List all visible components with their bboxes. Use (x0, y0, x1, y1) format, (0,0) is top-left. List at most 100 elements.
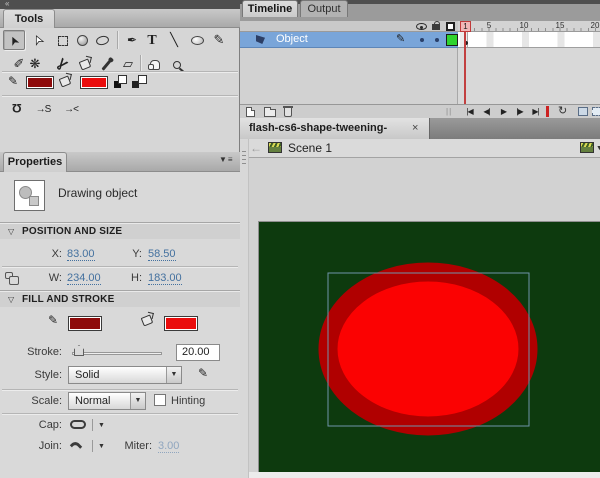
stroke-color-swatch[interactable] (68, 316, 102, 331)
selection-tool[interactable]: ➤ (3, 30, 25, 50)
delete-layer-button[interactable] (284, 107, 292, 117)
3d-rotation-tool[interactable] (71, 30, 93, 50)
fill-color-swatch[interactable] (164, 316, 198, 331)
free-transform-icon (58, 36, 68, 46)
panel-splitter-handle[interactable]: || (446, 107, 452, 116)
cap-label: Cap: (10, 419, 62, 431)
join-style-icon[interactable] (70, 440, 83, 453)
swap-colors-icon[interactable] (132, 75, 147, 88)
frame-ruler[interactable]: 5 10 15 20 (458, 21, 600, 32)
tab-timeline[interactable]: Timeline (242, 0, 298, 17)
new-layer-button[interactable] (246, 107, 255, 117)
timeline-layers-empty-area[interactable] (240, 48, 458, 104)
document-tabstrip: flash-cs6-shape-tweening-intro.fla* × (240, 118, 600, 139)
thumbnail-square (29, 196, 39, 206)
step-forward-button[interactable]: |▶ (512, 105, 527, 118)
style-dropdown[interactable]: Solid ▼ (68, 366, 182, 384)
chevron-down-icon[interactable]: ▼ (166, 367, 181, 383)
stroke-slider-track[interactable] (72, 352, 162, 355)
stage-bottom-margin (249, 472, 600, 478)
go-to-first-frame-button[interactable]: |◀ (462, 105, 477, 118)
straighten-option[interactable]: →< (60, 98, 82, 118)
loop-playback-icon[interactable]: ↻ (558, 105, 567, 118)
playhead[interactable]: 1 (460, 21, 471, 32)
go-to-last-frame-button[interactable]: ▶| (528, 105, 543, 118)
stroke-color-swatch[interactable] (26, 76, 54, 89)
hinting-checkbox[interactable] (154, 394, 166, 406)
chevron-down-icon[interactable]: ▼ (130, 393, 145, 409)
document-tab[interactable]: flash-cs6-shape-tweening-intro.fla* × (240, 118, 430, 139)
outline-layers-icon[interactable] (446, 22, 455, 31)
timeline-frames-empty-area[interactable] (458, 48, 600, 104)
tools-body: ➤ ➤ ✒ T ╲ ✎ ✐ ❋ Ɣ ▱ ✎ (0, 28, 240, 152)
link-width-height-icon[interactable] (5, 272, 13, 279)
edit-bar: ← Scene 1 ▼ (240, 139, 600, 158)
x-value[interactable]: 83.00 (67, 248, 95, 261)
line-tool[interactable]: ╲ (163, 30, 185, 50)
drawn-ellipse-object[interactable] (328, 272, 528, 426)
edit-scene-icon[interactable] (580, 142, 594, 153)
divider-grip (242, 151, 246, 167)
w-value[interactable]: 234.00 (67, 272, 101, 285)
miter-value[interactable]: 3.00 (158, 440, 179, 453)
show-hide-layers-icon[interactable] (416, 23, 427, 30)
scale-label: Scale: (10, 395, 62, 407)
object-type-label: Drawing object (58, 186, 137, 200)
separator (2, 95, 238, 96)
edit-stroke-style-icon[interactable]: ✎ (198, 366, 208, 380)
w-label: W: (40, 272, 62, 284)
scale-dropdown[interactable]: Normal ▼ (68, 392, 146, 410)
pen-tool[interactable]: ✒ (121, 30, 143, 50)
back-arrow-icon[interactable]: ← (250, 141, 262, 155)
layer-lock-dot[interactable] (435, 38, 439, 42)
onion-skin-button[interactable] (578, 107, 588, 116)
black-and-white-icon[interactable] (114, 75, 127, 88)
join-dropdown-arrow[interactable]: ▼ (98, 443, 105, 450)
onion-skin-outlines-button[interactable] (592, 107, 600, 116)
cap-style-icon[interactable] (70, 420, 86, 429)
section-fill-and-stroke[interactable]: ▽ FILL AND STROKE (0, 290, 240, 307)
breadcrumb-scene: Scene 1 (288, 141, 332, 155)
y-value[interactable]: 58.50 (148, 248, 176, 261)
smooth-option[interactable]: →S (32, 98, 54, 118)
panel-menu-icon[interactable]: ▼≡ (219, 155, 234, 164)
text-tool[interactable]: T (141, 30, 163, 50)
layer-visibility-dot[interactable] (420, 38, 424, 42)
snap-to-objects-toggle[interactable]: Ω (6, 98, 28, 118)
h-value[interactable]: 183.00 (148, 272, 182, 285)
flash-application-window: « Tools ➤ ➤ ✒ T ╲ ✎ ✐ ❋ Ɣ ▱ (0, 0, 600, 478)
new-folder-button[interactable] (264, 109, 276, 117)
layer-outline-color-swatch[interactable] (446, 34, 458, 46)
edit-scene-arrow-icon[interactable]: ▼ (596, 145, 600, 152)
pencil-tool[interactable]: ✎ (208, 30, 230, 50)
layer-row-object[interactable]: Object ✎ (240, 32, 600, 48)
fill-color-swatch[interactable] (80, 76, 108, 89)
tab-properties[interactable]: Properties (3, 152, 67, 172)
cap-dropdown-arrow[interactable]: ▼ (98, 422, 105, 429)
fill-color-bucket-icon (60, 75, 70, 87)
stroke-value-field[interactable]: 20.00 (176, 344, 220, 361)
straighten-icon: →< (64, 100, 78, 120)
smooth-icon: →S (36, 100, 51, 120)
properties-body: Drawing object ▽ POSITION AND SIZE X: 83… (0, 172, 240, 478)
center-frame-button[interactable] (546, 106, 549, 117)
section-title: FILL AND STROKE (22, 291, 114, 308)
tab-tools[interactable]: Tools (3, 9, 55, 28)
lasso-tool[interactable] (91, 30, 113, 50)
paint-bucket-icon (79, 59, 92, 71)
close-document-icon[interactable]: × (412, 118, 418, 139)
play-button[interactable]: ▶ (496, 105, 511, 118)
step-back-button[interactable]: ◀| (479, 105, 494, 118)
style-dropdown-value: Solid (75, 369, 99, 381)
oval-tool[interactable] (186, 30, 208, 50)
subselection-tool[interactable]: ➤ (27, 30, 49, 50)
collapse-panels-icon[interactable]: « (5, 0, 8, 8)
eyedropper-icon (101, 59, 111, 70)
tab-output[interactable]: Output (300, 0, 348, 17)
lock-layers-icon[interactable] (432, 24, 440, 30)
layer-frames-strip[interactable] (458, 32, 600, 48)
section-position-and-size[interactable]: ▽ POSITION AND SIZE (0, 222, 240, 239)
panel-divider-gutter[interactable] (240, 139, 249, 478)
layer-name-cell[interactable]: Object ✎ (240, 32, 458, 48)
stroke-slider-thumb[interactable] (74, 345, 84, 356)
